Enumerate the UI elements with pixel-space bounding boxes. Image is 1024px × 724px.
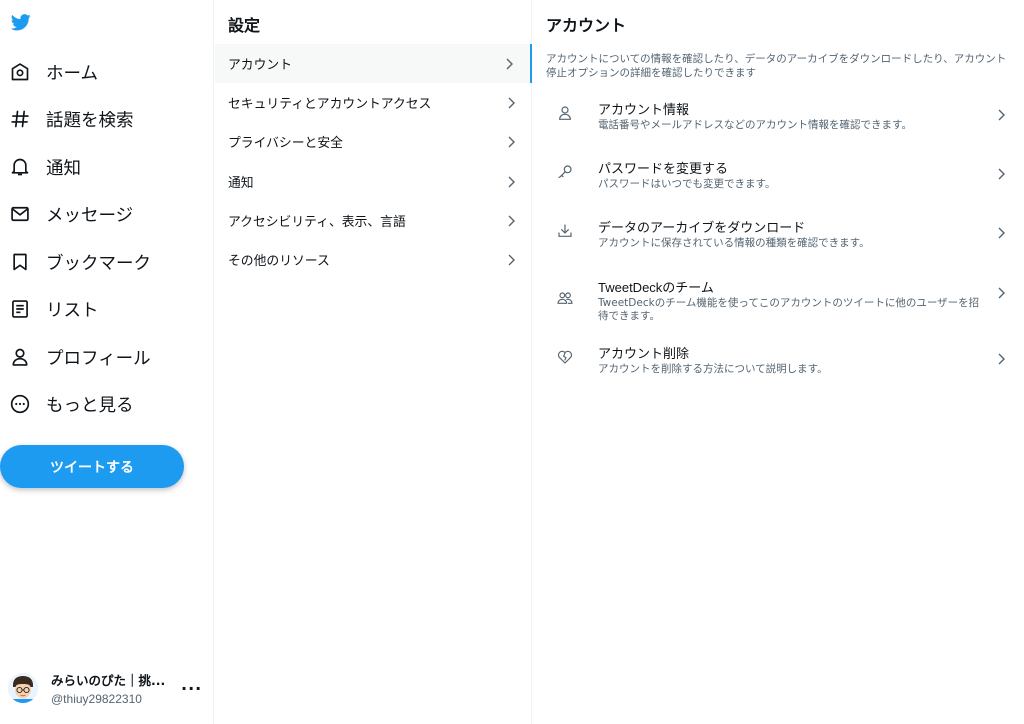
settings-item-label: アクセシビリティ、表示、言語	[228, 215, 406, 230]
person-icon	[8, 345, 32, 369]
nav-item-lists[interactable]: リスト	[0, 289, 200, 329]
account-item-title: パスワードを変更する	[598, 161, 729, 176]
bell-icon	[8, 155, 32, 179]
hashtag-icon	[8, 107, 32, 131]
envelope-icon	[8, 202, 32, 226]
nav-item-bookmarks[interactable]: ブックマーク	[0, 242, 200, 282]
avatar	[8, 673, 38, 703]
tweet-button-label: ツイートする	[50, 459, 134, 476]
chevron-right-icon	[998, 168, 1005, 180]
account-item-subtitle: パスワードはいつでも変更できます。	[598, 178, 776, 190]
account-item-subtitle: アカウントを削除する方法について説明します。	[598, 363, 828, 375]
more-circle-icon	[8, 392, 32, 416]
nav-item-label: 通知	[46, 158, 81, 179]
settings-item-privacy[interactable]: プライバシーと安全	[215, 122, 532, 161]
settings-column: 設定 アカウント セキュリティとアカウントアクセス プライバシーと安全 通知 ア…	[215, 0, 532, 724]
people-icon	[557, 292, 573, 304]
settings-item-security[interactable]: セキュリティとアカウントアクセス	[215, 83, 532, 122]
account-item-subtitle: TweetDeckのチーム機能を使ってこのアカウントのツイートに他のユーザーを招…	[598, 297, 980, 322]
nav-item-more[interactable]: もっと見る	[0, 384, 200, 424]
account-switcher[interactable]: みらいのぴた｜挑... @thiuy29822310 ···	[8, 664, 206, 712]
nav-item-home[interactable]: ホーム	[0, 52, 200, 92]
account-item-tweetdeck-teams[interactable]: TweetDeckのチーム TweetDeckのチーム機能を使ってこのアカウント…	[533, 277, 1024, 323]
settings-item-label: 通知	[228, 176, 254, 191]
account-item-subtitle: アカウントに保存されている情報の種類を確認できます。	[598, 237, 870, 249]
account-text: みらいのぴた｜挑... @thiuy29822310	[51, 670, 169, 706]
twitter-logo-icon[interactable]	[10, 12, 32, 32]
account-item-title: TweetDeckのチーム	[598, 280, 714, 295]
account-column: アカウント アカウントについての情報を確認したり、データのアーカイブをダウンロー…	[533, 0, 1024, 724]
account-item-download-archive[interactable]: データのアーカイブをダウンロード アカウントに保存されている情報の種類を確認でき…	[533, 217, 1024, 250]
settings-item-label: プライバシーと安全	[228, 136, 343, 151]
chevron-right-icon	[508, 136, 515, 147]
chevron-right-icon	[998, 227, 1005, 239]
chevron-right-icon	[508, 176, 515, 187]
chevron-right-icon	[506, 58, 513, 69]
nav-item-notifications[interactable]: 通知	[0, 147, 200, 187]
account-item-title: アカウント情報	[598, 102, 690, 117]
account-handle: @thiuy29822310	[51, 692, 142, 706]
list-icon	[8, 297, 32, 321]
nav-item-profile[interactable]: プロフィール	[0, 337, 200, 377]
broken-heart-icon	[557, 350, 573, 364]
settings-item-account[interactable]: アカウント	[215, 44, 532, 83]
chevron-right-icon	[508, 97, 515, 108]
more-icon[interactable]: ···	[181, 679, 202, 698]
bookmark-icon	[8, 250, 32, 274]
account-description: アカウントについての情報を確認したり、データのアーカイブをダウンロードしたり、ア…	[546, 53, 1007, 79]
nav-item-label: プロフィール	[46, 348, 151, 369]
settings-item-accessibility[interactable]: アクセシビリティ、表示、言語	[215, 201, 532, 240]
account-item-deactivate[interactable]: アカウント削除 アカウントを削除する方法について説明します。	[533, 343, 1024, 376]
chevron-right-icon	[998, 287, 1005, 299]
nav-item-label: 話題を検索	[46, 110, 134, 131]
settings-item-resources[interactable]: その他のリソース	[215, 240, 532, 279]
download-icon	[558, 224, 572, 237]
nav-item-messages[interactable]: メッセージ	[0, 194, 200, 234]
chevron-right-icon	[998, 353, 1005, 365]
account-item-info[interactable]: アカウント情報 電話番号やメールアドレスなどのアカウント情報を確認できます。	[533, 99, 1024, 132]
home-icon	[8, 60, 32, 84]
primary-nav: ホーム 話題を検索 通知 メッセージ ブックマーク リスト プロフィール もっと…	[0, 0, 214, 724]
account-item-subtitle: 電話番号やメールアドレスなどのアカウント情報を確認できます。	[598, 119, 912, 131]
settings-item-label: セキュリティとアカウントアクセス	[228, 97, 432, 112]
account-item-title: アカウント削除	[598, 346, 690, 361]
tweet-button[interactable]: ツイートする	[0, 445, 184, 488]
account-name: みらいのぴた｜挑...	[51, 673, 166, 688]
person-icon	[559, 106, 571, 120]
nav-item-label: ブックマーク	[46, 253, 151, 274]
chevron-right-icon	[508, 215, 515, 226]
key-icon	[558, 165, 572, 178]
nav-item-label: メッセージ	[46, 205, 134, 226]
nav-item-explore[interactable]: 話題を検索	[0, 99, 200, 139]
account-title: アカウント	[546, 16, 627, 35]
settings-item-notifications[interactable]: 通知	[215, 162, 532, 201]
settings-title: 設定	[228, 16, 261, 35]
account-item-title: データのアーカイブをダウンロード	[598, 220, 806, 235]
nav-item-label: リスト	[46, 300, 99, 321]
nav-item-label: ホーム	[46, 63, 98, 84]
settings-item-label: アカウント	[228, 58, 292, 73]
chevron-right-icon	[998, 109, 1005, 121]
chevron-right-icon	[508, 254, 515, 265]
nav-item-label: もっと見る	[46, 395, 134, 416]
settings-item-label: その他のリソース	[228, 254, 330, 269]
account-item-password[interactable]: パスワードを変更する パスワードはいつでも変更できます。	[533, 158, 1024, 191]
